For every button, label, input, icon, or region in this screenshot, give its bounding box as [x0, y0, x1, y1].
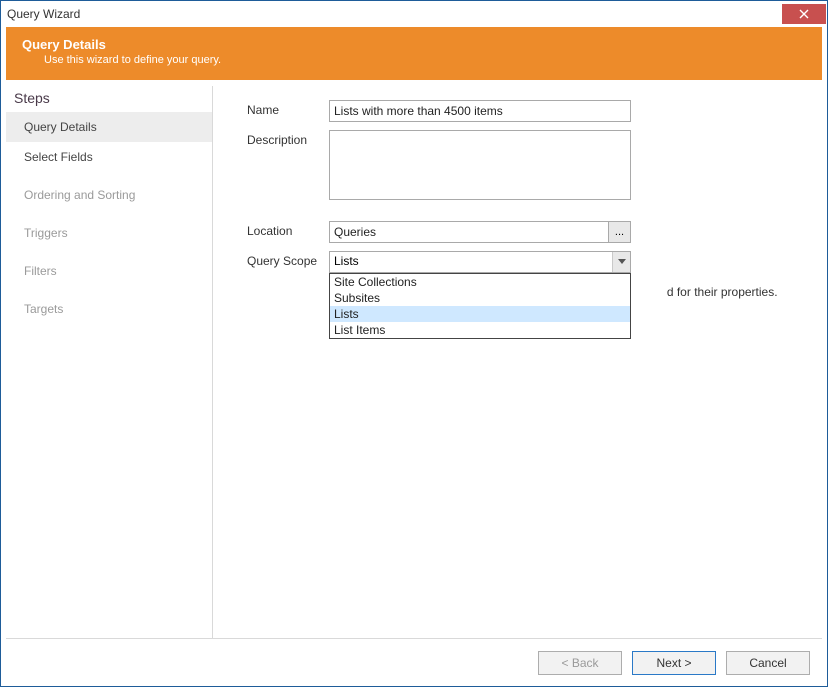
window-title: Query Wizard [7, 7, 80, 21]
row-location: Location ... [247, 221, 802, 243]
close-icon [799, 9, 809, 19]
cancel-button[interactable]: Cancel [726, 651, 810, 675]
banner-title: Query Details [22, 37, 806, 52]
description-textarea[interactable] [329, 130, 631, 200]
scope-dropdown: Site CollectionsSubsitesListsList Items [329, 273, 631, 339]
row-scope: Query Scope Lists Site CollectionsSubsit… [247, 251, 802, 273]
next-button[interactable]: Next > [632, 651, 716, 675]
step-ordering-and-sorting: Ordering and Sorting [6, 180, 212, 210]
scope-option-site-collections[interactable]: Site Collections [330, 274, 630, 290]
location-input[interactable] [329, 221, 609, 243]
steps-sidebar: Steps Query DetailsSelect Fields Ordering… [6, 86, 213, 638]
row-description: Description [247, 130, 802, 205]
scope-select[interactable]: Lists Site CollectionsSubsitesListsList … [329, 251, 631, 273]
name-input[interactable] [329, 100, 631, 122]
back-button[interactable]: < Back [538, 651, 622, 675]
query-wizard-window: Query Wizard Query Details Use this wiza… [0, 0, 828, 687]
scope-label: Query Scope [247, 251, 329, 273]
titlebar: Query Wizard [1, 1, 827, 27]
banner: Query Details Use this wizard to define … [6, 27, 822, 80]
step-triggers: Triggers [6, 218, 212, 248]
scope-option-subsites[interactable]: Subsites [330, 290, 630, 306]
step-query-details[interactable]: Query Details [6, 112, 212, 142]
name-label: Name [247, 100, 329, 122]
form: Name Description Location ... Query Scop… [213, 86, 822, 301]
close-button[interactable] [782, 4, 826, 24]
banner-subtitle: Use this wizard to define your query. [44, 54, 806, 66]
browse-button[interactable]: ... [609, 221, 631, 243]
scope-option-list-items[interactable]: List Items [330, 322, 630, 338]
body: Steps Query DetailsSelect Fields Ordering… [1, 80, 827, 638]
step-filters: Filters [6, 256, 212, 286]
scope-option-lists[interactable]: Lists [330, 306, 630, 322]
step-targets: Targets [6, 294, 212, 324]
chevron-down-icon [612, 252, 630, 272]
location-label: Location [247, 221, 329, 243]
scope-value: Lists [330, 252, 612, 272]
step-select-fields[interactable]: Select Fields [6, 142, 212, 172]
row-name: Name [247, 100, 802, 122]
sidebar-title: Steps [6, 86, 212, 112]
main-panel: Name Description Location ... Query Scop… [213, 86, 822, 638]
description-label: Description [247, 130, 329, 205]
footer: < Back Next > Cancel [6, 638, 822, 686]
